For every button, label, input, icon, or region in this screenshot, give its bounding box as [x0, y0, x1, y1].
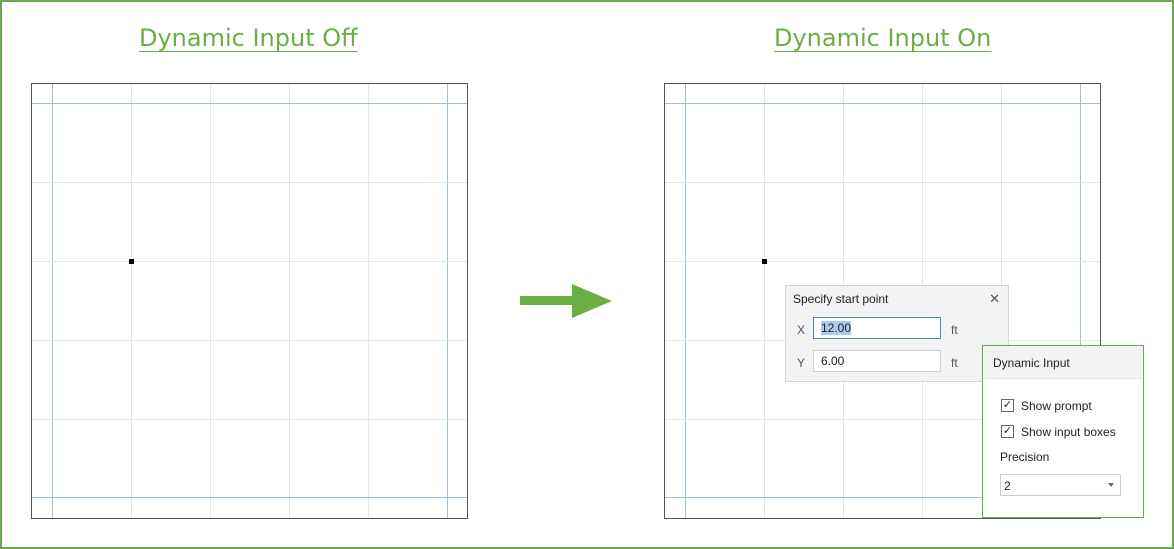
- y-value: 6.00: [821, 354, 845, 368]
- grid-line-horizontal: [32, 261, 467, 262]
- grid-line-vertical: [289, 84, 290, 518]
- show-input-boxes-checkbox[interactable]: ✓: [1001, 425, 1014, 438]
- grid-line-vertical: [52, 84, 53, 518]
- drawing-canvas-off[interactable]: [31, 83, 468, 519]
- show-prompt-label: Show prompt: [1021, 399, 1092, 413]
- precision-dropdown[interactable]: 2: [1000, 474, 1121, 496]
- heading-dynamic-input-off: Dynamic Input Off: [139, 24, 358, 52]
- heading-dynamic-input-on: Dynamic Input On: [774, 24, 992, 52]
- grid-line-horizontal: [32, 419, 467, 420]
- point-marker: [762, 259, 767, 264]
- y-label: Y: [797, 356, 806, 370]
- x-coordinate-input[interactable]: 12.00: [813, 317, 941, 339]
- y-unit-label: ft: [951, 356, 958, 370]
- point-marker: [129, 259, 134, 264]
- x-label: X: [797, 323, 806, 337]
- grid-line-horizontal: [665, 103, 1100, 104]
- precision-label: Precision: [1000, 450, 1050, 464]
- show-input-boxes-label: Show input boxes: [1021, 425, 1116, 439]
- y-coordinate-input[interactable]: 6.00: [813, 350, 941, 372]
- grid-line-vertical: [131, 84, 132, 518]
- right-arrow-icon: [520, 284, 612, 318]
- grid-line-vertical: [447, 84, 448, 518]
- chevron-down-icon: [1108, 483, 1114, 487]
- x-value: 12.00: [821, 321, 852, 335]
- precision-value: 2: [1004, 479, 1011, 493]
- grid-line-vertical: [764, 84, 765, 518]
- grid-line-horizontal: [665, 182, 1100, 183]
- show-prompt-checkbox[interactable]: ✓: [1001, 399, 1014, 412]
- prompt-title: Specify start point: [793, 292, 889, 306]
- grid-line-horizontal: [32, 182, 467, 183]
- grid-line-horizontal: [665, 261, 1100, 262]
- grid-line-vertical: [685, 84, 686, 518]
- x-unit-label: ft: [951, 323, 958, 337]
- prompt-dialog: Specify start point ✕ X 12.00 ft Y 6.00 …: [785, 285, 1009, 382]
- checkmark-icon: ✓: [1002, 399, 1013, 411]
- dynamic-input-settings-panel: Dynamic Input ✓ Show prompt ✓ Show input…: [982, 345, 1144, 518]
- grid-line-horizontal: [32, 340, 467, 341]
- grid-line-vertical: [210, 84, 211, 518]
- grid-line-horizontal: [32, 497, 467, 498]
- grid-line-vertical: [368, 84, 369, 518]
- checkmark-icon: ✓: [1002, 425, 1013, 437]
- panel-title: Dynamic Input: [993, 356, 1070, 370]
- panel-header: Dynamic Input: [983, 346, 1143, 379]
- grid-line-horizontal: [32, 103, 467, 104]
- close-icon[interactable]: ✕: [989, 291, 1000, 307]
